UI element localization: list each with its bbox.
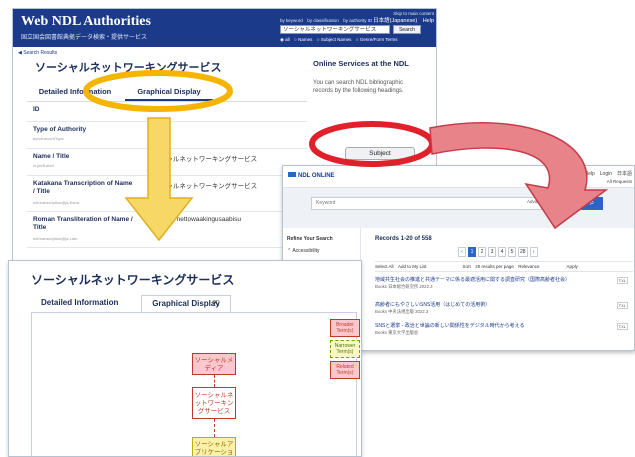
row-sublabel: ndl:transcription@ja-Kana xyxy=(33,200,80,205)
tab-detailed-information[interactable]: Detailed Information xyxy=(41,295,118,311)
legend-related: Related Term(s) xyxy=(330,361,360,379)
row-value: Soosharu nettowaakingusaabisu xyxy=(147,216,241,223)
result-meta: Books 東京大学出版会 xyxy=(375,329,419,335)
all-requests-link[interactable]: All Requests xyxy=(607,179,632,184)
result-format-badge: TXL xyxy=(616,323,628,330)
authorities-header: Web NDL Authorities 国立国会図書館典拠データ検索・提供サービ… xyxy=(13,9,436,47)
pagination: ‹ 1 2 3 4 5 28 › xyxy=(458,247,538,257)
search-input[interactable]: ソーシャルネットワーキングサービス xyxy=(280,25,390,34)
ndl-online-logo-text: NDL ONLINE xyxy=(298,173,335,179)
page-5[interactable]: 5 xyxy=(508,247,516,257)
search-icon[interactable]: ⌕ xyxy=(581,197,603,210)
legend-narrower: Narrower Term(s) xyxy=(330,340,360,358)
node-narrower-term[interactable]: ソーシャルアプリケーション xyxy=(192,437,236,456)
header-links[interactable]: Help Login 日本語 xyxy=(584,170,632,177)
search-scope-radios[interactable]: ◉ all ○ Names ○ Subject Names ○ Genre/Fo… xyxy=(280,37,398,43)
subject-button[interactable]: Subject xyxy=(345,147,415,160)
page-last[interactable]: 28 xyxy=(518,247,528,257)
page-title: ソーシャルネットワーキングサービス xyxy=(31,273,235,287)
node-current-term[interactable]: ソーシャルネットワーキングサービス xyxy=(192,387,236,419)
tab-detailed-information[interactable]: Detailed Information xyxy=(27,83,123,101)
row-sublabel: dcndl:recordType xyxy=(33,136,64,141)
search-type-links[interactable]: by keyword by classification by authorit… xyxy=(280,18,372,24)
cursor-icon: ⇱ xyxy=(213,299,220,308)
detail-row-name: Name / Title xl:prefLabel ソーシャルネットワーキングサ… xyxy=(27,149,307,176)
node-broader-term[interactable]: ソーシャルメディア xyxy=(192,353,236,375)
page-2[interactable]: 2 xyxy=(478,247,486,257)
row-label: Roman Transliteration of Name / Title xyxy=(33,216,133,231)
next-page-icon[interactable]: › xyxy=(529,247,538,257)
row-value: ソーシャルネットワーキングサービス xyxy=(147,156,258,163)
advanced-search-link[interactable]: Advanced Search xyxy=(527,199,563,204)
list-item[interactable]: 地域共生社会の推進と共通テーマに係る最適活用に関する調査研究（国際高齢者社会） … xyxy=(375,277,625,290)
detail-row-id: ID 00941117 xyxy=(27,102,307,122)
row-value: 00941117 xyxy=(147,106,175,113)
page-4[interactable]: 4 xyxy=(498,247,506,257)
graph-edge xyxy=(214,375,215,387)
result-meta: Books 日本総合研究所 2022.3 xyxy=(375,283,433,289)
language-help-links[interactable]: 日本語(Japanese) Help xyxy=(373,16,434,24)
row-label: Type of Authority xyxy=(33,126,87,133)
records-count: Records 1-20 of 558 xyxy=(375,236,432,242)
page-title: ソーシャルネットワーキングサービス xyxy=(35,62,222,74)
accessibility-toggle[interactable]: ⌃ Accessibility xyxy=(287,248,320,254)
row-value: Topic xyxy=(147,126,163,133)
sidebar-description: You can search NDL bibliographic records… xyxy=(313,80,404,94)
result-format-badge: TXL xyxy=(616,277,628,284)
site-subtitle: 国立国会図書館典拠データ検索・提供サービス xyxy=(21,35,148,41)
row-label: Katakana Transcription of Name / Title xyxy=(33,180,133,195)
search-band: Keyword Advanced Search ⌕ xyxy=(283,188,634,228)
row-sublabel: ndl:transcription@ja-Latn xyxy=(33,236,78,241)
back-to-results-link[interactable]: ◀ Search Results xyxy=(18,50,57,56)
list-item[interactable]: 高齢者にもやさしいSNS活用（はじめての活用術） Books 中央法規出版 20… xyxy=(375,302,625,315)
result-toolbar[interactable]: Select All Add to My List Sort 20 result… xyxy=(375,261,633,272)
detail-row-type: Type of Authority dcndl:recordType Topic xyxy=(27,122,307,149)
tab-graphical-display[interactable]: Graphical Display xyxy=(125,83,213,101)
graphical-display-window: ソーシャルネットワーキングサービス Detailed Information G… xyxy=(8,260,362,457)
prev-page-icon[interactable]: ‹ xyxy=(458,247,466,257)
ndl-logo-icon xyxy=(288,172,296,177)
page-3[interactable]: 3 xyxy=(488,247,496,257)
page-1[interactable]: 1 xyxy=(468,247,476,257)
search-button[interactable]: Search xyxy=(393,25,421,34)
result-format-badge: TXL xyxy=(616,302,628,309)
result-meta: Books 中央法規出版 2022.3 xyxy=(375,308,429,314)
graph-panel: Broader Term(s) Narrower Term(s) Related… xyxy=(31,312,360,456)
ndl-online-header: NDL ONLINE Help Login 日本語 All Requests xyxy=(283,166,634,188)
sidebar-heading: Online Services at the NDL xyxy=(313,59,409,68)
legend-broader: Broader Term(s) xyxy=(330,319,360,337)
detail-row-katakana: Katakana Transcription of Name / Title n… xyxy=(27,176,307,212)
detail-row-roman: Roman Transliteration of Name / Title nd… xyxy=(27,212,307,248)
refine-heading: Refine Your Search xyxy=(287,236,333,242)
list-item[interactable]: SNSと選挙 - 政治と世論の新しい関係性をデジタル時代から考える Books … xyxy=(375,323,625,336)
row-sublabel: xl:prefLabel xyxy=(33,163,54,168)
graph-edge xyxy=(214,419,215,437)
ndl-online-logo[interactable]: NDL ONLINE xyxy=(288,172,335,179)
site-logo[interactable]: Web NDL Authorities xyxy=(21,14,151,30)
accessibility-label: Accessibility xyxy=(292,248,320,254)
row-label: ID xyxy=(33,106,40,113)
row-value: ソーシャルネットワーキングサービス xyxy=(147,183,258,190)
row-label: Name / Title xyxy=(33,153,70,160)
